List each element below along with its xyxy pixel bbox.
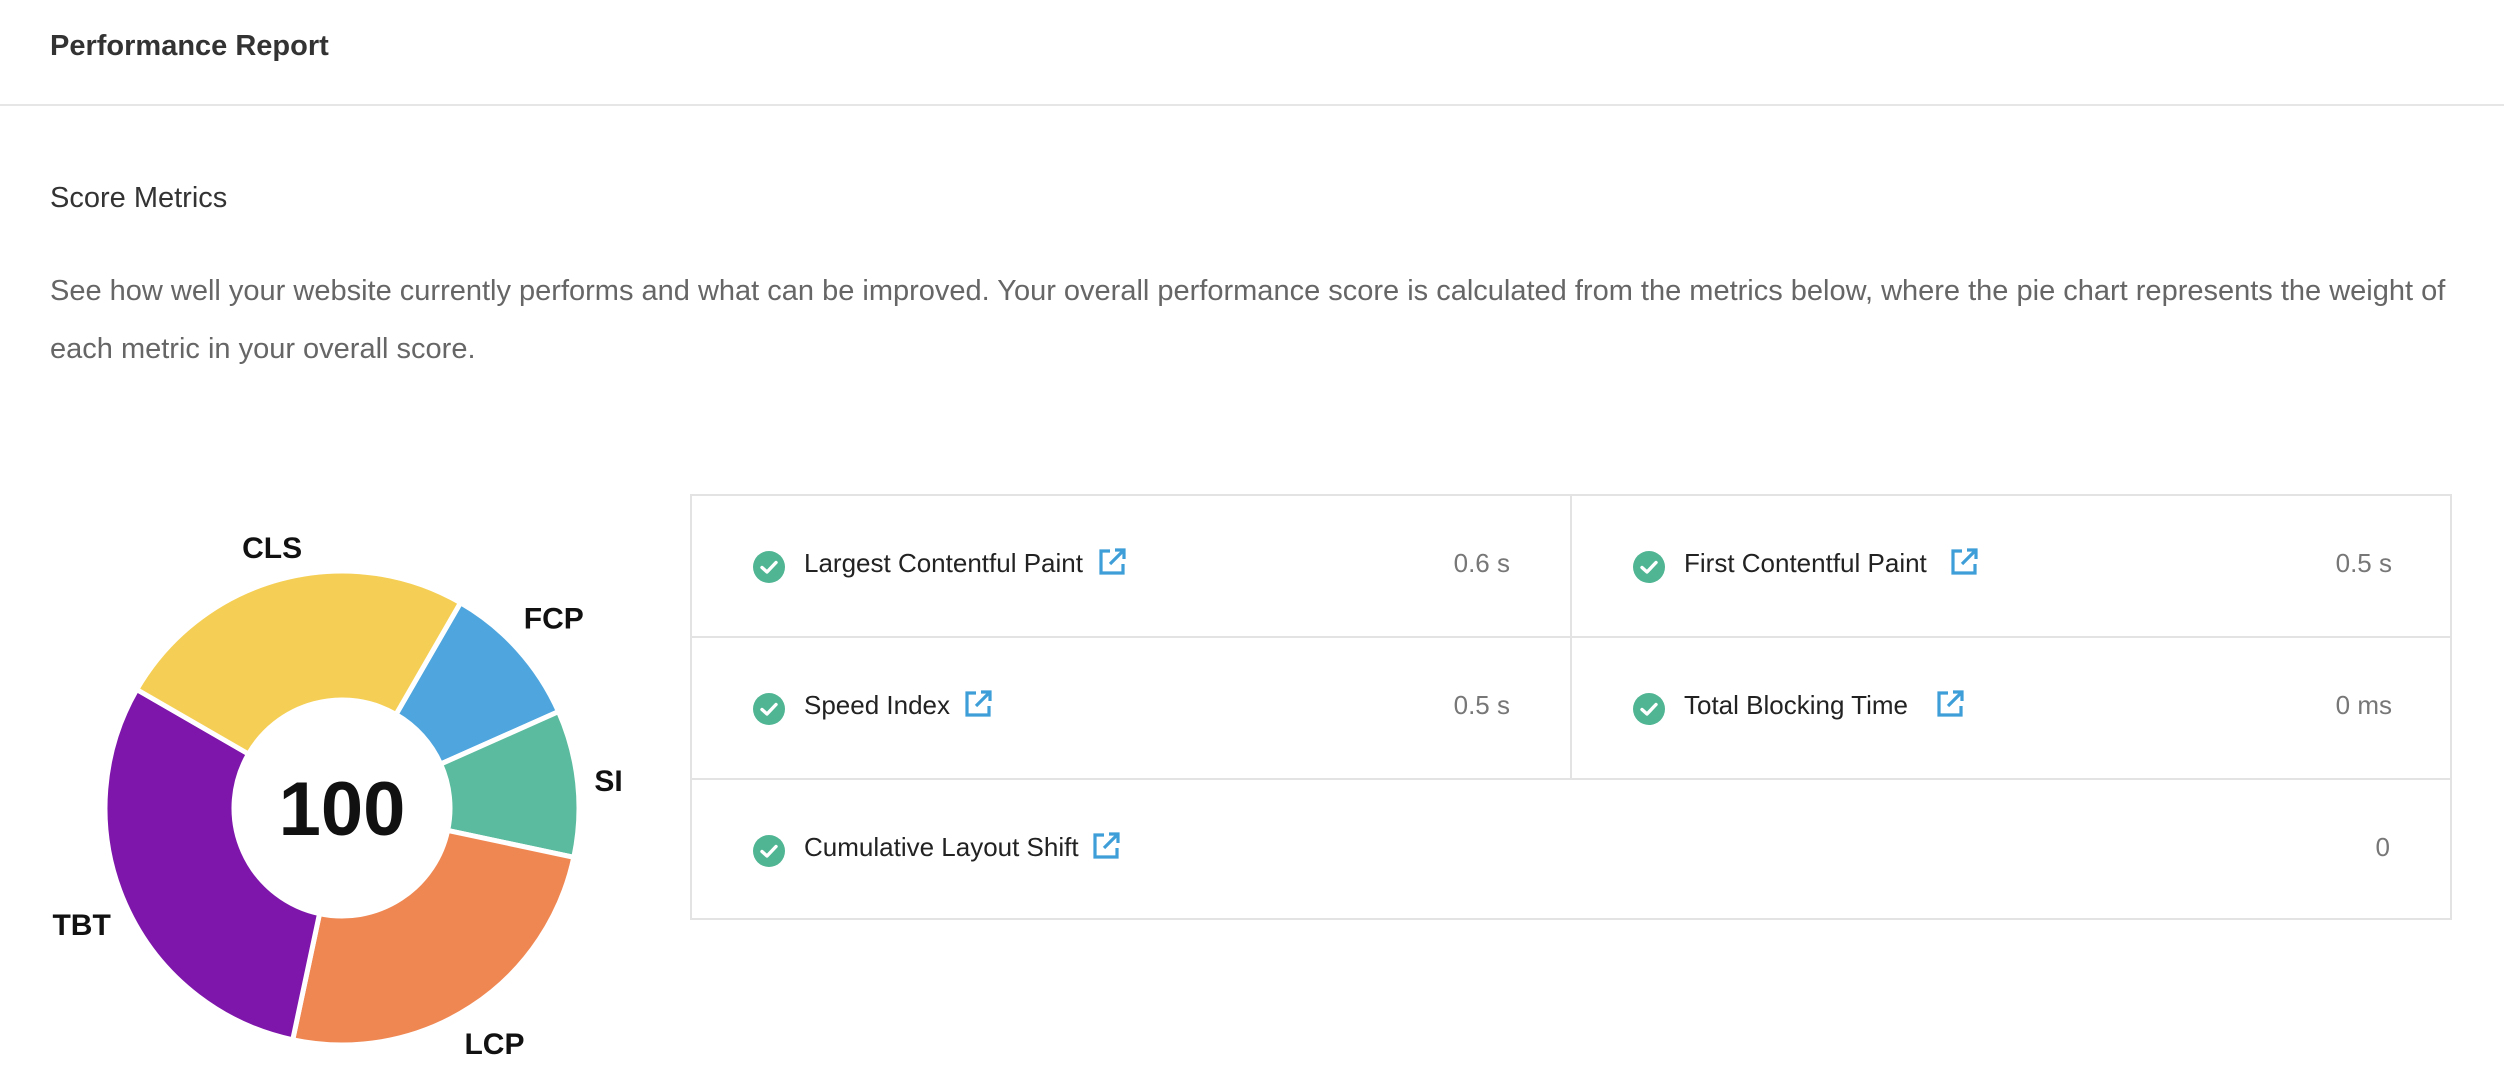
metrics-table: Largest Contentful Paint 0.6 s First Con… <box>690 494 2452 920</box>
section-description: See how well your website currently perf… <box>50 275 2446 365</box>
metrics-row: Largest Contentful Paint 0.6 s First Con… <box>692 496 2450 638</box>
overall-score: 100 <box>279 767 406 852</box>
metric-cumulative-layout-shift: Cumulative Layout Shift 0 <box>692 780 2450 922</box>
external-link-icon[interactable] <box>962 688 994 720</box>
check-circle-icon <box>753 835 785 867</box>
metric-value: 0 ms <box>2335 690 2392 720</box>
check-circle-icon <box>1633 693 1665 725</box>
external-link-icon[interactable] <box>1096 546 1128 578</box>
score-donut-chart: FCP SI LCP TBT CLS 100 <box>0 446 680 1074</box>
metric-value: 0.5 s <box>2335 548 2392 578</box>
donut-label-cls: CLS <box>242 532 302 565</box>
check-circle-icon <box>753 693 785 725</box>
metric-name: Total Blocking Time <box>1684 690 1908 720</box>
external-link-icon[interactable] <box>1948 546 1980 578</box>
donut-label-tbt: TBT <box>52 909 110 942</box>
section-title: Score Metrics <box>50 182 228 214</box>
metric-value: 0 <box>2375 832 2390 862</box>
metric-speed-index: Speed Index 0.5 s <box>692 638 1572 778</box>
metrics-row: Speed Index 0.5 s Total Blocking Time 0 … <box>692 638 2450 780</box>
donut-label-fcp: FCP <box>524 602 584 635</box>
metric-value: 0.6 s <box>1453 548 1510 578</box>
check-circle-icon <box>1633 551 1665 583</box>
check-circle-icon <box>753 551 785 583</box>
metric-name: Largest Contentful Paint <box>804 548 1083 578</box>
metric-total-blocking-time: Total Blocking Time 0 ms <box>1572 638 2452 778</box>
metric-largest-contentful-paint: Largest Contentful Paint 0.6 s <box>692 496 1572 636</box>
donut-label-lcp: LCP <box>464 1028 524 1061</box>
metric-name: Speed Index <box>804 690 951 720</box>
metric-value: 0.5 s <box>1453 690 1510 720</box>
report-header: Performance Report <box>0 0 2504 106</box>
page-title: Performance Report <box>50 29 329 62</box>
metric-name: Cumulative Layout Shift <box>804 832 1079 862</box>
external-link-icon[interactable] <box>1090 830 1122 862</box>
metrics-row: Cumulative Layout Shift 0 <box>692 780 2450 922</box>
donut-label-si: SI <box>594 765 622 798</box>
metric-name: First Contentful Paint <box>1684 548 1927 578</box>
external-link-icon[interactable] <box>1934 688 1966 720</box>
metric-first-contentful-paint: First Contentful Paint 0.5 s <box>1572 496 2452 636</box>
donut-svg: FCP SI LCP TBT CLS 100 <box>52 532 622 1061</box>
